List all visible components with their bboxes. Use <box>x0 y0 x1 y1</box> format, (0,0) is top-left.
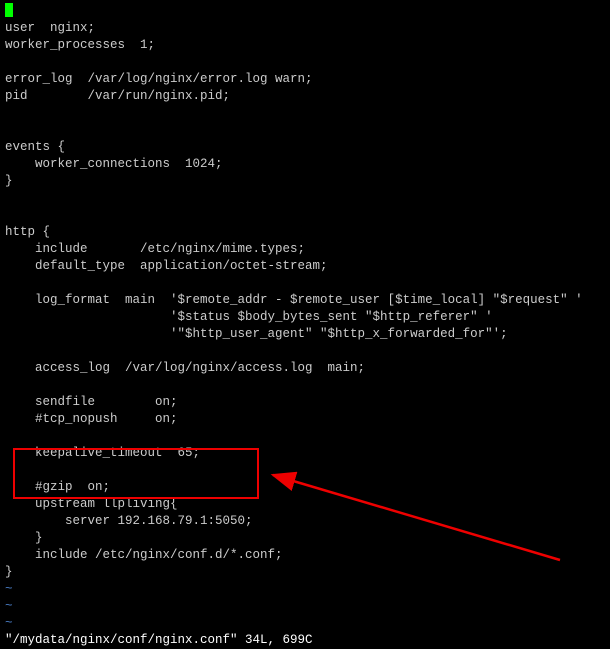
cursor <box>5 3 13 17</box>
editor-line: '$status $body_bytes_sent "$http_referer… <box>5 309 605 326</box>
editor-line: log_format main '$remote_addr - $remote_… <box>5 292 605 309</box>
editor-line: } <box>5 173 605 190</box>
editor-line: default_type application/octet-stream; <box>5 258 605 275</box>
editor-line: #gzip on; <box>5 479 605 496</box>
editor-line <box>5 54 605 71</box>
editor-line: include /etc/nginx/conf.d/*.conf; <box>5 547 605 564</box>
editor-line <box>5 3 605 20</box>
editor-line: http { <box>5 224 605 241</box>
editor-line: access_log /var/log/nginx/access.log mai… <box>5 360 605 377</box>
editor-line: worker_connections 1024; <box>5 156 605 173</box>
editor-line: keepalive_timeout 65; <box>5 445 605 462</box>
editor-line: worker_processes 1; <box>5 37 605 54</box>
editor-line <box>5 122 605 139</box>
editor-line: server 192.168.79.1:5050; <box>5 513 605 530</box>
empty-line-tilde: ~ <box>5 598 605 615</box>
editor-line: } <box>5 530 605 547</box>
vim-status-line: "/mydata/nginx/conf/nginx.conf" 34L, 699… <box>5 632 605 649</box>
editor-line: include /etc/nginx/mime.types; <box>5 241 605 258</box>
editor-line: user nginx; <box>5 20 605 37</box>
editor-line: } <box>5 564 605 581</box>
editor-line: sendfile on; <box>5 394 605 411</box>
editor-line <box>5 428 605 445</box>
editor-line: error_log /var/log/nginx/error.log warn; <box>5 71 605 88</box>
editor-line: '"$http_user_agent" "$http_x_forwarded_f… <box>5 326 605 343</box>
editor-line: upstream llpliving{ <box>5 496 605 513</box>
editor-line <box>5 190 605 207</box>
terminal-editor[interactable]: user nginx;worker_processes 1; error_log … <box>5 3 605 649</box>
editor-line <box>5 377 605 394</box>
editor-line <box>5 207 605 224</box>
editor-line <box>5 275 605 292</box>
empty-line-tilde: ~ <box>5 581 605 598</box>
editor-line <box>5 105 605 122</box>
empty-line-tilde: ~ <box>5 615 605 632</box>
editor-line <box>5 343 605 360</box>
editor-line: events { <box>5 139 605 156</box>
editor-line: pid /var/run/nginx.pid; <box>5 88 605 105</box>
editor-line <box>5 462 605 479</box>
editor-line: #tcp_nopush on; <box>5 411 605 428</box>
